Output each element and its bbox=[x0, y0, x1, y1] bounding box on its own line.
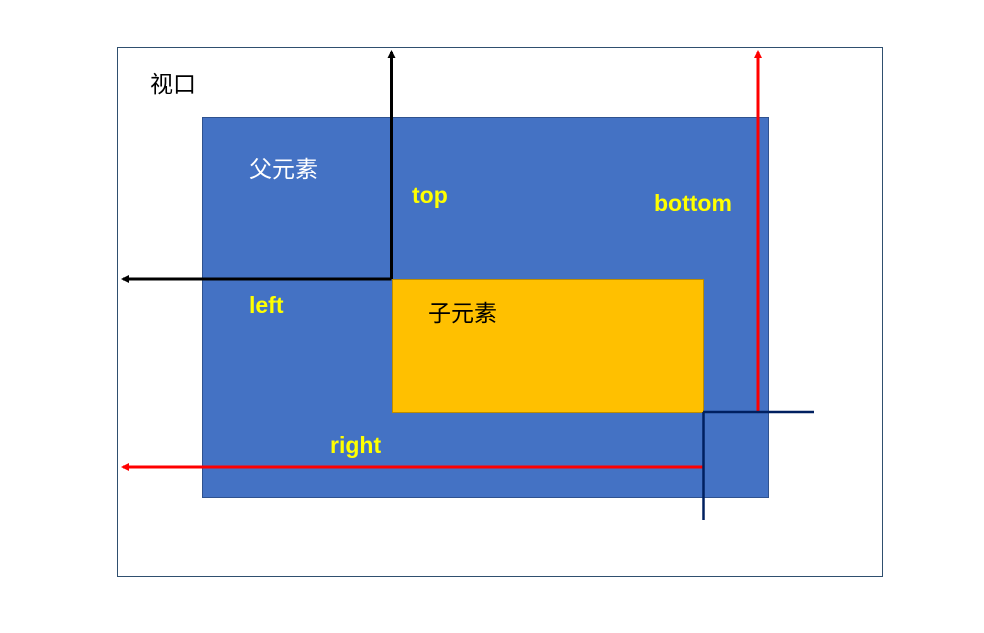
top-label: top bbox=[412, 182, 448, 208]
bottom-label: bottom bbox=[654, 190, 732, 216]
left-label: left bbox=[249, 292, 284, 318]
right-label: right bbox=[330, 432, 382, 458]
diagram-canvas: 视口 父元素 子元素 top bottom left right bbox=[0, 0, 984, 633]
parent-element-label: 父元素 bbox=[249, 157, 318, 183]
viewport-label: 视口 bbox=[150, 72, 196, 98]
child-element-label: 子元素 bbox=[428, 301, 497, 327]
